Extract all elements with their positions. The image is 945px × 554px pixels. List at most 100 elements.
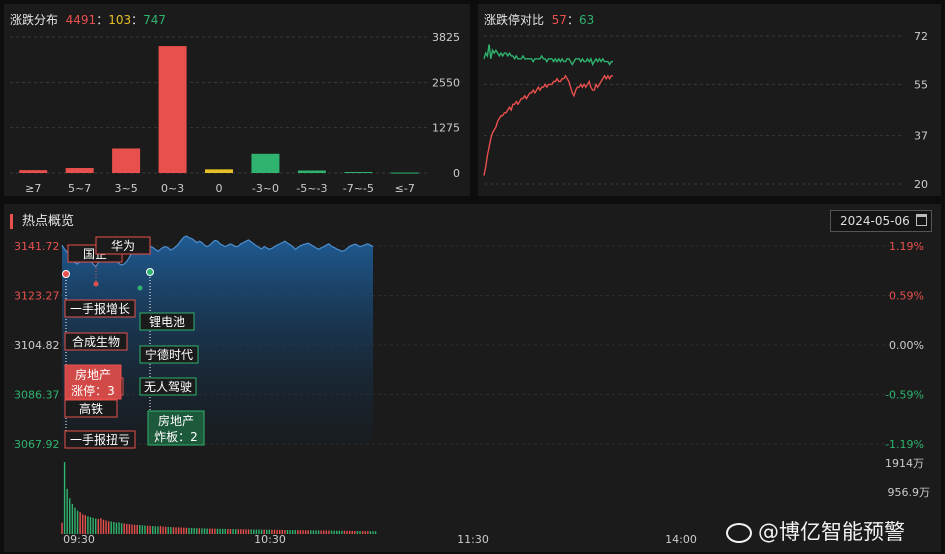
x-tick-label: ≤-7 <box>395 182 415 195</box>
x-tick-label: -5~-3 <box>296 182 327 195</box>
volume-bar-49 <box>188 527 190 534</box>
volume-bar-47 <box>183 527 185 534</box>
y-left-tick-label: 3123.27 <box>14 290 60 303</box>
volume-bar-118 <box>367 531 369 534</box>
bar-3 <box>158 46 187 173</box>
volume-bar-44 <box>175 527 177 534</box>
volume-bar-39 <box>162 526 164 534</box>
volume-bar-12 <box>92 517 94 534</box>
volume-bar-64 <box>227 528 229 534</box>
volume-bar-18 <box>107 521 110 534</box>
y-right-tick-label: 1.19% <box>889 240 924 253</box>
x-tick-label: 0 <box>216 182 223 195</box>
volume-bar-69 <box>240 529 242 534</box>
annotation-dot-up <box>62 270 70 278</box>
volume-bar-51 <box>193 528 195 534</box>
bar-6 <box>297 170 326 173</box>
volume-bar-95 <box>307 530 309 534</box>
volume-bar-46 <box>180 527 182 534</box>
annotation-label: 房地产 <box>158 413 194 428</box>
volume-bar-104 <box>330 530 333 534</box>
volume-bar-31 <box>141 525 144 534</box>
volume-bar-3 <box>69 498 71 534</box>
annotation-label: 高铁 <box>79 401 103 416</box>
volume-bar-38 <box>159 526 162 534</box>
volume-bar-43 <box>172 527 175 534</box>
volume-bar-37 <box>157 526 159 534</box>
volume-bar-45 <box>177 527 180 534</box>
volume-bar-41 <box>167 526 169 534</box>
annotation-dot-green-small <box>137 285 143 291</box>
volume-bar-68 <box>237 529 239 534</box>
annotation-label: 房地产 <box>75 367 111 382</box>
y-left-tick-label: 3141.72 <box>14 240 60 253</box>
distribution-panel: 涨跌分布 4491：103：747 0 1275 2550 3825 ≥7 5~7 3~5 0… <box>4 4 470 196</box>
y-tick-label: 72 <box>914 30 928 43</box>
bar-8 <box>390 172 419 174</box>
bar-7 <box>344 172 373 174</box>
y-right-tick-label: 0.59% <box>889 290 924 303</box>
volume-bar-23 <box>120 523 123 534</box>
volume-bar-24 <box>123 523 125 534</box>
volume-bar-87 <box>286 530 289 534</box>
volume-bar-103 <box>328 530 330 534</box>
volume-bar-105 <box>333 530 335 534</box>
volume-bar-50 <box>190 527 193 534</box>
volume-bar-63 <box>224 528 226 534</box>
volume-bar-27 <box>131 524 133 534</box>
annotation-label: 华为 <box>111 239 135 253</box>
volume-bar-117 <box>364 531 366 534</box>
volume-bar-40 <box>164 526 167 534</box>
hot-overview-panel: 热点概览 2024-05-06 3141.72 1.19% 3123.27 0.59%… <box>4 204 941 552</box>
volume-bar-8 <box>82 514 84 534</box>
volume-bar-10 <box>87 516 89 534</box>
y-left-tick-label: 3086.37 <box>14 389 60 402</box>
volume-bar-102 <box>325 530 328 534</box>
volume-bar-54 <box>201 528 203 534</box>
volume-bar-19 <box>110 521 112 534</box>
volume-bar-89 <box>291 530 294 534</box>
volume-bar-48 <box>185 527 188 534</box>
volume-bar-30 <box>139 525 141 534</box>
volume-bar-53 <box>198 528 201 534</box>
volume-bar-16 <box>102 519 105 534</box>
volume-bar-28 <box>133 524 136 534</box>
y-right-tick-label: -1.19% <box>885 438 924 451</box>
distribution-bar-chart: 0 1275 2550 3825 ≥7 5~7 3~5 0~3 0 -3~0 -5~-3 -7~-5 ≤… <box>10 31 460 195</box>
volume-bar-21 <box>115 522 118 534</box>
volume-bar-15 <box>100 518 102 534</box>
volume-bar-100 <box>320 530 322 534</box>
y-tick-label: 0 <box>453 167 460 180</box>
volume-bar-97 <box>312 530 315 534</box>
volume-bar-62 <box>221 528 224 534</box>
x-tick-label: 11:30 <box>457 533 489 546</box>
volume-bar-108 <box>341 530 343 534</box>
volume-bar-5 <box>74 507 76 534</box>
y-right-tick-label: 0.00% <box>889 339 924 352</box>
limit-compare-line-chart: 20 37 55 72 <box>483 30 928 191</box>
x-tick-label: 09:30 <box>63 533 95 546</box>
volume-bar-32 <box>144 525 146 534</box>
x-tick-label: 14:00 <box>665 533 697 546</box>
series-line-0 <box>483 44 613 67</box>
volume-bar-114 <box>356 531 359 534</box>
volume-bar-92 <box>299 530 302 534</box>
annotation-label: 合成生物 <box>72 334 120 349</box>
volume-bar-2 <box>66 488 68 534</box>
volume-bar-107 <box>338 530 341 534</box>
annotation-label: 一手报扭亏 <box>70 432 130 447</box>
volume-bar-58 <box>211 528 214 534</box>
volume-bar-110 <box>346 530 348 534</box>
y-tick-label: 20 <box>914 178 928 191</box>
y-tick-label: 2550 <box>432 76 460 89</box>
volume-bar-111 <box>348 530 351 534</box>
series-line-1 <box>483 74 613 176</box>
volume-bar-57 <box>209 528 211 534</box>
volume-bar-29 <box>136 524 138 534</box>
volume-bar-42 <box>170 527 172 534</box>
x-tick-label: -3~0 <box>252 182 279 195</box>
x-tick-label: 5~7 <box>68 182 91 195</box>
intraday-chart: 3141.72 1.19% 3123.27 0.59% 3104.82 0.00% 3086… <box>12 235 930 546</box>
x-tick-label: 10:30 <box>254 533 286 546</box>
volume-bar-59 <box>214 528 216 534</box>
